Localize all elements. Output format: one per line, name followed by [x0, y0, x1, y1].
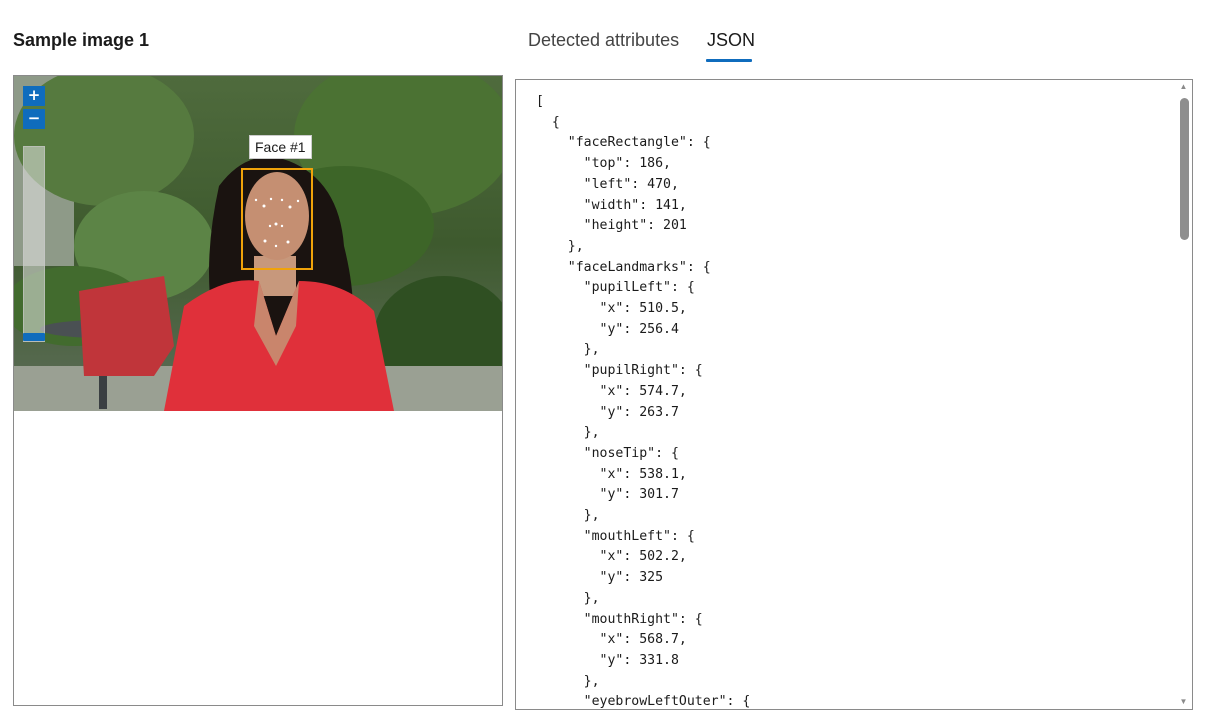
json-line: }, — [536, 673, 600, 689]
json-line: "mouthRight": { — [536, 611, 703, 627]
zoom-slider-track[interactable] — [23, 146, 45, 342]
json-line: "faceLandmarks": { — [536, 259, 711, 275]
json-line: "x": 510.5, — [536, 301, 687, 317]
json-line: "left": 470, — [536, 176, 679, 192]
json-line: "pupilLeft": { — [536, 280, 695, 296]
json-line: "y": 301.7 — [536, 487, 679, 503]
json-line: [ — [536, 94, 544, 109]
scroll-down-arrow-icon[interactable]: ▼ — [1179, 698, 1188, 706]
face-label: Face #1 — [249, 135, 312, 159]
json-text: [ { "faceRectangle": { "top": 186, "left… — [536, 92, 751, 710]
json-line: }, — [536, 508, 600, 524]
json-line: "x": 568.7, — [536, 632, 687, 648]
json-line: "y": 331.8 — [536, 652, 679, 668]
tab-detected-attributes[interactable]: Detected attributes — [528, 30, 679, 51]
json-line: "y": 256.4 — [536, 321, 679, 337]
json-line: "x": 502.2, — [536, 549, 687, 565]
json-line: }, — [536, 425, 600, 441]
json-line: "x": 574.7, — [536, 383, 687, 399]
json-line: "y": 325 — [536, 570, 664, 586]
zoom-out-button[interactable]: − — [23, 109, 45, 129]
tab-json[interactable]: JSON — [707, 30, 755, 51]
zoom-slider-thumb[interactable] — [23, 333, 45, 341]
json-line: "width": 141, — [536, 197, 687, 213]
json-line: "top": 186, — [536, 156, 671, 172]
json-line: "x": 538.1, — [536, 466, 687, 482]
zoom-in-button[interactable]: + — [23, 86, 45, 106]
json-line: "y": 263.7 — [536, 404, 679, 420]
json-output-panel[interactable]: [ { "faceRectangle": { "top": 186, "left… — [515, 79, 1193, 710]
json-line: "noseTip": { — [536, 445, 679, 461]
json-line: { — [536, 114, 560, 130]
json-line: }, — [536, 238, 584, 254]
json-line: "pupilRight": { — [536, 363, 703, 379]
scrollbar-thumb[interactable] — [1180, 98, 1189, 240]
scroll-up-arrow-icon[interactable]: ▲ — [1179, 83, 1188, 91]
json-line: "eyebrowLeftOuter": { — [536, 694, 751, 710]
page-title: Sample image 1 — [13, 30, 150, 50]
json-line: "faceRectangle": { — [536, 135, 711, 151]
json-line: "height": 201 — [536, 218, 687, 234]
json-line: }, — [536, 342, 600, 358]
image-viewer: + − Face #1 — [13, 75, 503, 706]
json-line: "mouthLeft": { — [536, 528, 695, 544]
face-bounding-box — [241, 168, 313, 270]
json-line: }, — [536, 590, 600, 606]
active-tab-indicator — [706, 59, 752, 62]
